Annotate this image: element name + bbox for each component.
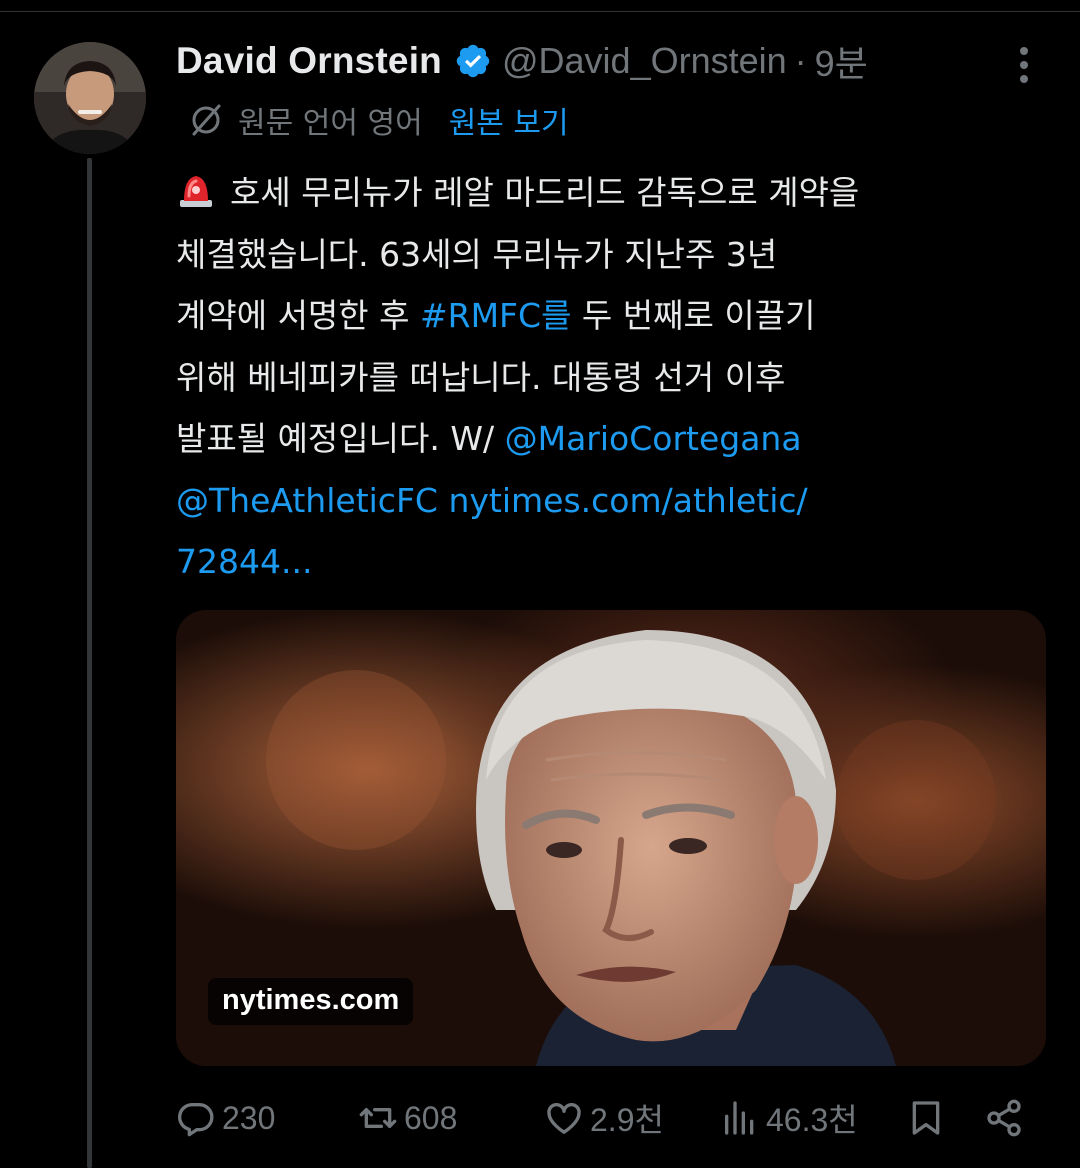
author-name[interactable]: David Ornstein	[176, 40, 442, 82]
views-icon	[725, 1101, 754, 1135]
share-icon	[987, 1099, 1021, 1137]
reply-button[interactable]: 230	[176, 1088, 275, 1148]
translation-notice: 원문 언어 영어 원본 보기	[188, 98, 569, 142]
view-count: 46.3천	[766, 1102, 858, 1138]
reply-count: 230	[222, 1099, 276, 1136]
like-button[interactable]: 2.9천	[544, 1088, 664, 1148]
mention-link[interactable]: @TheAthleticFC	[176, 481, 438, 520]
tweet-line-text: 발표될 예정입니다. W/	[176, 419, 505, 458]
url-link[interactable]: nytimes.com/athletic/	[438, 481, 807, 520]
bookmark-button[interactable]	[906, 1088, 946, 1148]
tweet-line-text: 계약에 서명한 후	[176, 296, 420, 335]
tweet-line: 체결했습니다. 63세의 무리뉴가 지난주 3년	[176, 224, 1006, 286]
separator-dot: ·	[794, 40, 807, 81]
tweet-line: 위해 베네피카를 떠납니다. 대통령 선거 이후	[176, 347, 1006, 409]
police-siren-emoji	[180, 176, 212, 207]
tweet-line-text: 두 번째로 이끌기	[571, 296, 816, 335]
thread-connector-line	[87, 158, 92, 1168]
tweet-action-bar: 230 608 2.9천 46.3천	[176, 1088, 1036, 1148]
more-vertical-icon[interactable]	[1008, 40, 1040, 90]
globe-off-icon	[192, 104, 221, 136]
verified-badge-icon	[456, 44, 490, 78]
avatar-photo	[34, 42, 146, 154]
repost-button[interactable]: 608	[358, 1088, 457, 1148]
share-button[interactable]	[984, 1088, 1024, 1148]
link-preview-card[interactable]: nytimes.com	[176, 610, 1046, 1066]
bookmark-icon	[912, 1101, 940, 1135]
tweet-line: 계약에 서명한 후 #RMFC를 두 번째로 이끌기	[176, 285, 1006, 347]
hashtag-link[interactable]: #RMFC를	[420, 296, 571, 335]
tweet-line: 발표될 예정입니다. W/ @MarioCortegana	[176, 408, 1006, 470]
tweet-line-text: 체결했습니다. 63세의 무리뉴가 지난주 3년	[176, 234, 778, 274]
top-divider	[0, 0, 1080, 12]
repost-icon	[359, 1108, 397, 1128]
translation-label: 원문 언어 영어	[238, 106, 423, 141]
tweet-line: 호세 무리뉴가 레알 마드리드 감독으로 계약을	[176, 162, 1006, 224]
author-avatar[interactable]	[34, 42, 146, 154]
author-handle[interactable]: @David_Ornstein	[502, 40, 787, 82]
post-timestamp[interactable]: 9분	[815, 35, 868, 87]
url-link-continued[interactable]: 72844...	[176, 542, 312, 581]
preview-domain-badge: nytimes.com	[208, 978, 414, 1025]
like-count: 2.9천	[590, 1102, 664, 1138]
show-original-link[interactable]: 원본 보기	[449, 98, 569, 142]
tweet-body: 호세 무리뉴가 레알 마드리드 감독으로 계약을 체결했습니다. 63세의 무리…	[176, 162, 1006, 593]
views-button[interactable]: 46.3천	[720, 1088, 858, 1148]
tweet-header: David Ornstein @David_Ornstein · 9분	[176, 36, 868, 86]
tweet-line-text: 호세 무리뉴가 레알 마드리드 감독으로 계약을	[230, 173, 860, 212]
heart-icon	[547, 1102, 581, 1134]
reply-icon	[177, 1102, 214, 1137]
tweet-line-text: 위해 베네피카를 떠납니다. 대통령 선거 이후	[176, 357, 786, 397]
tweet-line: 72844...	[176, 531, 1006, 593]
repost-count: 608	[404, 1099, 458, 1136]
tweet-line: @TheAthleticFC nytimes.com/athletic/	[176, 470, 1006, 532]
mention-link[interactable]: @MarioCortegana	[505, 419, 802, 458]
